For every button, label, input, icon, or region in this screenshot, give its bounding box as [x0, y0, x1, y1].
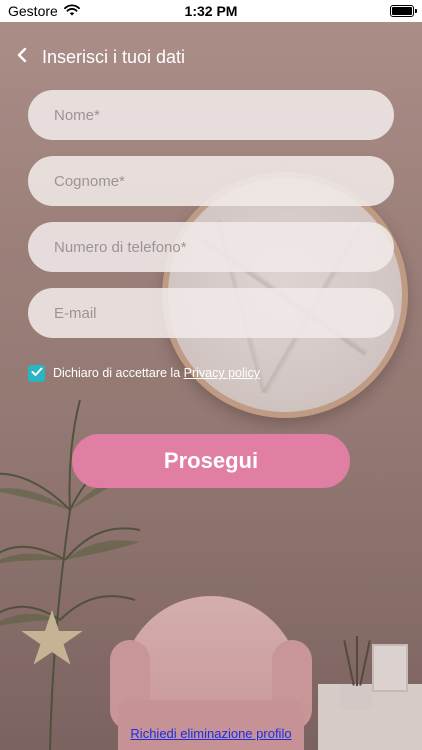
status-bar: Gestore 1:32 PM [0, 0, 422, 22]
status-left: Gestore [8, 3, 80, 19]
back-button[interactable] [2, 38, 42, 76]
submit-button[interactable]: Prosegui [72, 434, 350, 488]
privacy-checkbox[interactable] [28, 364, 45, 382]
last-name-field[interactable] [28, 156, 394, 206]
header: Inserisci i tuoi dati [0, 38, 422, 76]
consent-label: Dichiaro di accettare la [53, 366, 184, 380]
page-title: Inserisci i tuoi dati [42, 46, 186, 67]
battery-level [392, 7, 412, 15]
email-field[interactable] [28, 288, 394, 338]
checkmark-icon [31, 364, 43, 382]
consent-text: Dichiaro di accettare la Privacy policy [53, 364, 260, 382]
first-name-field[interactable] [28, 90, 394, 140]
wifi-icon [63, 3, 80, 19]
battery-icon [390, 5, 417, 17]
privacy-policy-link[interactable]: Privacy policy [184, 366, 260, 380]
carrier-label: Gestore [8, 3, 58, 19]
phone-field[interactable] [28, 222, 394, 272]
consent-row: Dichiaro di accettare la Privacy policy [28, 364, 260, 382]
delete-profile-link[interactable]: Richiedi eliminazione profilo [0, 726, 422, 741]
chevron-left-icon [17, 47, 27, 68]
